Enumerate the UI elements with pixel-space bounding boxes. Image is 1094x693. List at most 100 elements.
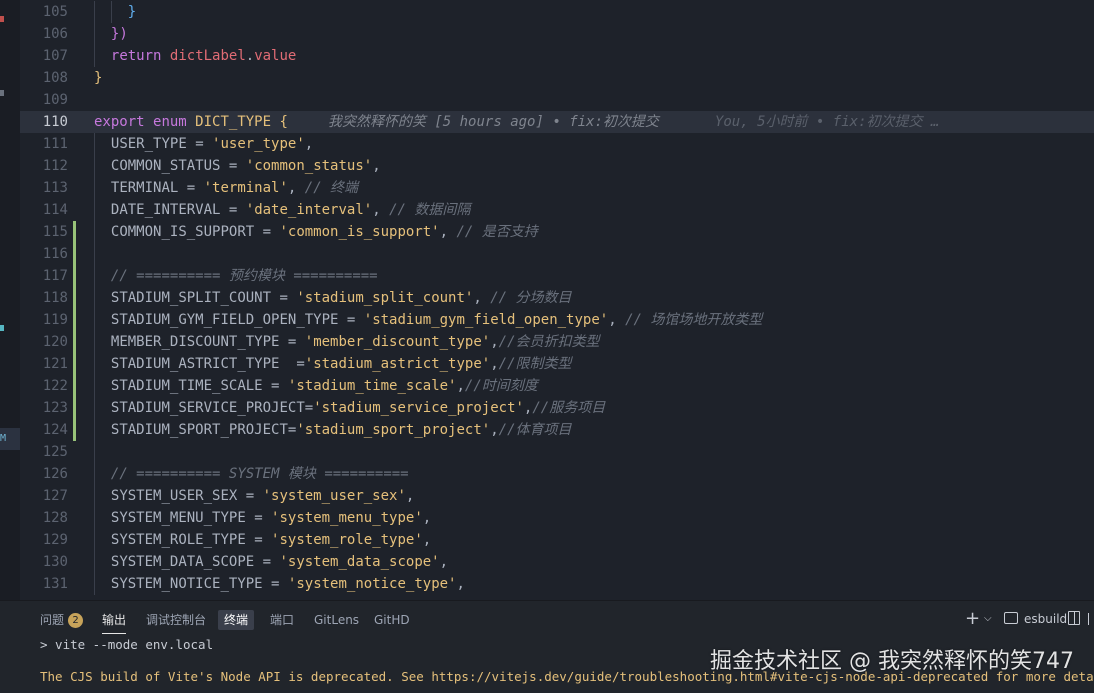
line-number[interactable]: 113 (20, 177, 68, 199)
code-line[interactable]: 131 SYSTEM_NOTICE_TYPE = 'system_notice_t… (20, 573, 1094, 595)
split-terminal-button[interactable] (1068, 609, 1080, 629)
terminal-selector[interactable]: esbuild (1004, 609, 1067, 629)
code-line[interactable]: 108} (20, 67, 1094, 89)
git-modified-indicator[interactable] (73, 353, 76, 375)
line-number[interactable]: 122 (20, 375, 68, 397)
code-line[interactable]: 116 (20, 243, 1094, 265)
code-editor[interactable]: M 105} 106}) 107 return dictLabel.value 108}… (0, 0, 1094, 600)
line-number[interactable]: 126 (20, 463, 68, 485)
code-text: STADIUM_GYM_FIELD_OPEN_TYPE = 'stadium_g… (111, 309, 762, 331)
line-number[interactable]: 119 (20, 309, 68, 331)
code-line[interactable]: 105} (20, 1, 1094, 23)
git-modified-indicator[interactable] (73, 243, 76, 265)
code-line[interactable]: 120 MEMBER_DISCOUNT_TYPE = 'member_discou… (20, 331, 1094, 353)
tab-gitlens[interactable]: GitLens (314, 610, 359, 630)
line-number[interactable]: 110 (20, 111, 68, 133)
line-number[interactable]: 111 (20, 133, 68, 155)
tab-output[interactable]: 输出 (102, 610, 127, 634)
line-number[interactable]: 109 (20, 89, 68, 111)
code-token: = (346, 312, 364, 328)
line-number[interactable]: 117 (20, 265, 68, 287)
line-number[interactable]: 116 (20, 243, 68, 265)
line-number[interactable]: 124 (20, 419, 68, 441)
code-text: STADIUM_SERVICE_PROJECT='stadium_service… (111, 397, 605, 419)
code-line[interactable]: 124 STADIUM_SPORT_PROJECT='stadium_sport_… (20, 419, 1094, 441)
code-line[interactable]: 113 TERMINAL = 'terminal', // 终端 (20, 177, 1094, 199)
tab-githd[interactable]: GitHD (374, 610, 410, 630)
code-line[interactable]: 125 (20, 441, 1094, 463)
git-modified-indicator[interactable] (73, 221, 76, 243)
line-number[interactable]: 121 (20, 353, 68, 375)
code-line[interactable]: 130 SYSTEM_DATA_SCOPE = 'system_data_scop… (20, 551, 1094, 573)
code-line[interactable]: 117 // ========== 预约模块 ========== (20, 265, 1094, 287)
code-line[interactable]: 119 STADIUM_GYM_FIELD_OPEN_TYPE = 'stadiu… (20, 309, 1094, 331)
git-modified-indicator[interactable] (73, 331, 76, 353)
code-line[interactable]: 121 STADIUM_ASTRICT_TYPE ='stadium_astric… (20, 353, 1094, 375)
code-line[interactable]: 127 SYSTEM_USER_SEX = 'system_user_sex', (20, 485, 1094, 507)
indent-guide (94, 1, 95, 23)
code-line[interactable]: 109 (20, 89, 1094, 111)
tab-problems-label: 问题 (40, 613, 65, 627)
code-text: MEMBER_DISCOUNT_TYPE = 'member_discount_… (111, 331, 600, 353)
code-token: MEMBER_DISCOUNT_TYPE (110, 334, 288, 350)
code-text: STADIUM_SPLIT_COUNT = 'stadium_split_cou… (111, 287, 572, 309)
git-modified-indicator[interactable] (73, 419, 76, 441)
git-modified-indicator[interactable] (73, 309, 76, 331)
line-number[interactable]: 115 (20, 221, 68, 243)
git-modified-indicator[interactable] (73, 265, 76, 287)
code-line[interactable]: 126 // ========== SYSTEM 模块 ========== (20, 463, 1094, 485)
code-token: , (422, 510, 432, 526)
line-number[interactable]: 129 (20, 529, 68, 551)
tab-ports[interactable]: 端口 (270, 610, 294, 630)
code-token: 'system_data_scope' (279, 554, 440, 570)
code-line[interactable]: 115 COMMON_IS_SUPPORT = 'common_is_suppor… (20, 221, 1094, 243)
git-modified-indicator[interactable] (73, 397, 76, 419)
code-line[interactable]: 122 STADIUM_TIME_SCALE = 'stadium_time_sc… (20, 375, 1094, 397)
line-number[interactable]: 118 (20, 287, 68, 309)
git-blame-annotation[interactable]: 我突然释怀的笑 [5 hours ago] • fix:初次提交 (328, 114, 659, 130)
line-number[interactable]: 112 (20, 155, 68, 177)
line-number[interactable]: 108 (20, 67, 68, 89)
code-token: = (271, 378, 288, 394)
line-number[interactable]: 105 (20, 1, 68, 23)
code-line[interactable]: 110 export enum DICT_TYPE {我突然释怀的笑 [5 hou… (20, 111, 1094, 133)
code-text: SYSTEM_USER_SEX = 'system_user_sex', (111, 485, 414, 507)
line-number[interactable]: 106 (20, 23, 68, 45)
code-line[interactable]: 128 SYSTEM_MENU_TYPE = 'system_menu_type'… (20, 507, 1094, 529)
code-token: = (262, 224, 280, 240)
line-number[interactable]: 123 (20, 397, 68, 419)
tab-terminal[interactable]: 终端 (218, 610, 255, 630)
code-text: USER_TYPE = 'user_type', (111, 133, 313, 155)
code-line[interactable]: 114 DATE_INTERVAL = 'date_interval', // 数… (20, 199, 1094, 221)
code-line[interactable]: 106}) (20, 23, 1094, 45)
code-line[interactable]: 118 STADIUM_SPLIT_COUNT = 'stadium_split_… (20, 287, 1094, 309)
code-line[interactable]: 107 return dictLabel.value (20, 45, 1094, 67)
code-text: SYSTEM_MENU_TYPE = 'system_menu_type', (111, 507, 431, 529)
code-line[interactable]: 112 COMMON_STATUS = 'common_status', (20, 155, 1094, 177)
code-line[interactable]: 123 STADIUM_SERVICE_PROJECT='stadium_serv… (20, 397, 1094, 419)
tab-problems[interactable]: 问题 2 (40, 610, 84, 630)
line-number[interactable]: 114 (20, 199, 68, 221)
line-number[interactable]: 131 (20, 573, 68, 595)
code-line[interactable]: 111 USER_TYPE = 'user_type', (20, 133, 1094, 155)
marker-icon (0, 90, 4, 96)
line-number[interactable]: 130 (20, 551, 68, 573)
indent-guide (94, 155, 95, 177)
line-number[interactable]: 120 (20, 331, 68, 353)
inline-blame-hint[interactable]: You, 5小时前 • fix:初次提交 … (715, 114, 939, 130)
line-number[interactable]: 125 (20, 441, 68, 463)
git-modified-indicator[interactable] (73, 287, 76, 309)
line-number[interactable]: 128 (20, 507, 68, 529)
line-number[interactable]: 107 (20, 45, 68, 67)
tab-debug-console[interactable]: 调试控制台 (146, 610, 206, 630)
line-number[interactable]: 127 (20, 485, 68, 507)
code-line[interactable]: 129 SYSTEM_ROLE_TYPE = 'system_role_type'… (20, 529, 1094, 551)
new-terminal-button[interactable]: + (965, 609, 980, 629)
git-modified-indicator[interactable] (73, 375, 76, 397)
tab-ports-label: 端口 (270, 613, 295, 627)
problems-count-badge: 2 (68, 613, 84, 628)
terminal-dropdown-button[interactable]: ⌵ (984, 609, 992, 629)
indent-guide (94, 133, 95, 155)
code-token: STADIUM_SPLIT_COUNT (110, 290, 280, 306)
delete-terminal-button[interactable] (1088, 609, 1094, 629)
